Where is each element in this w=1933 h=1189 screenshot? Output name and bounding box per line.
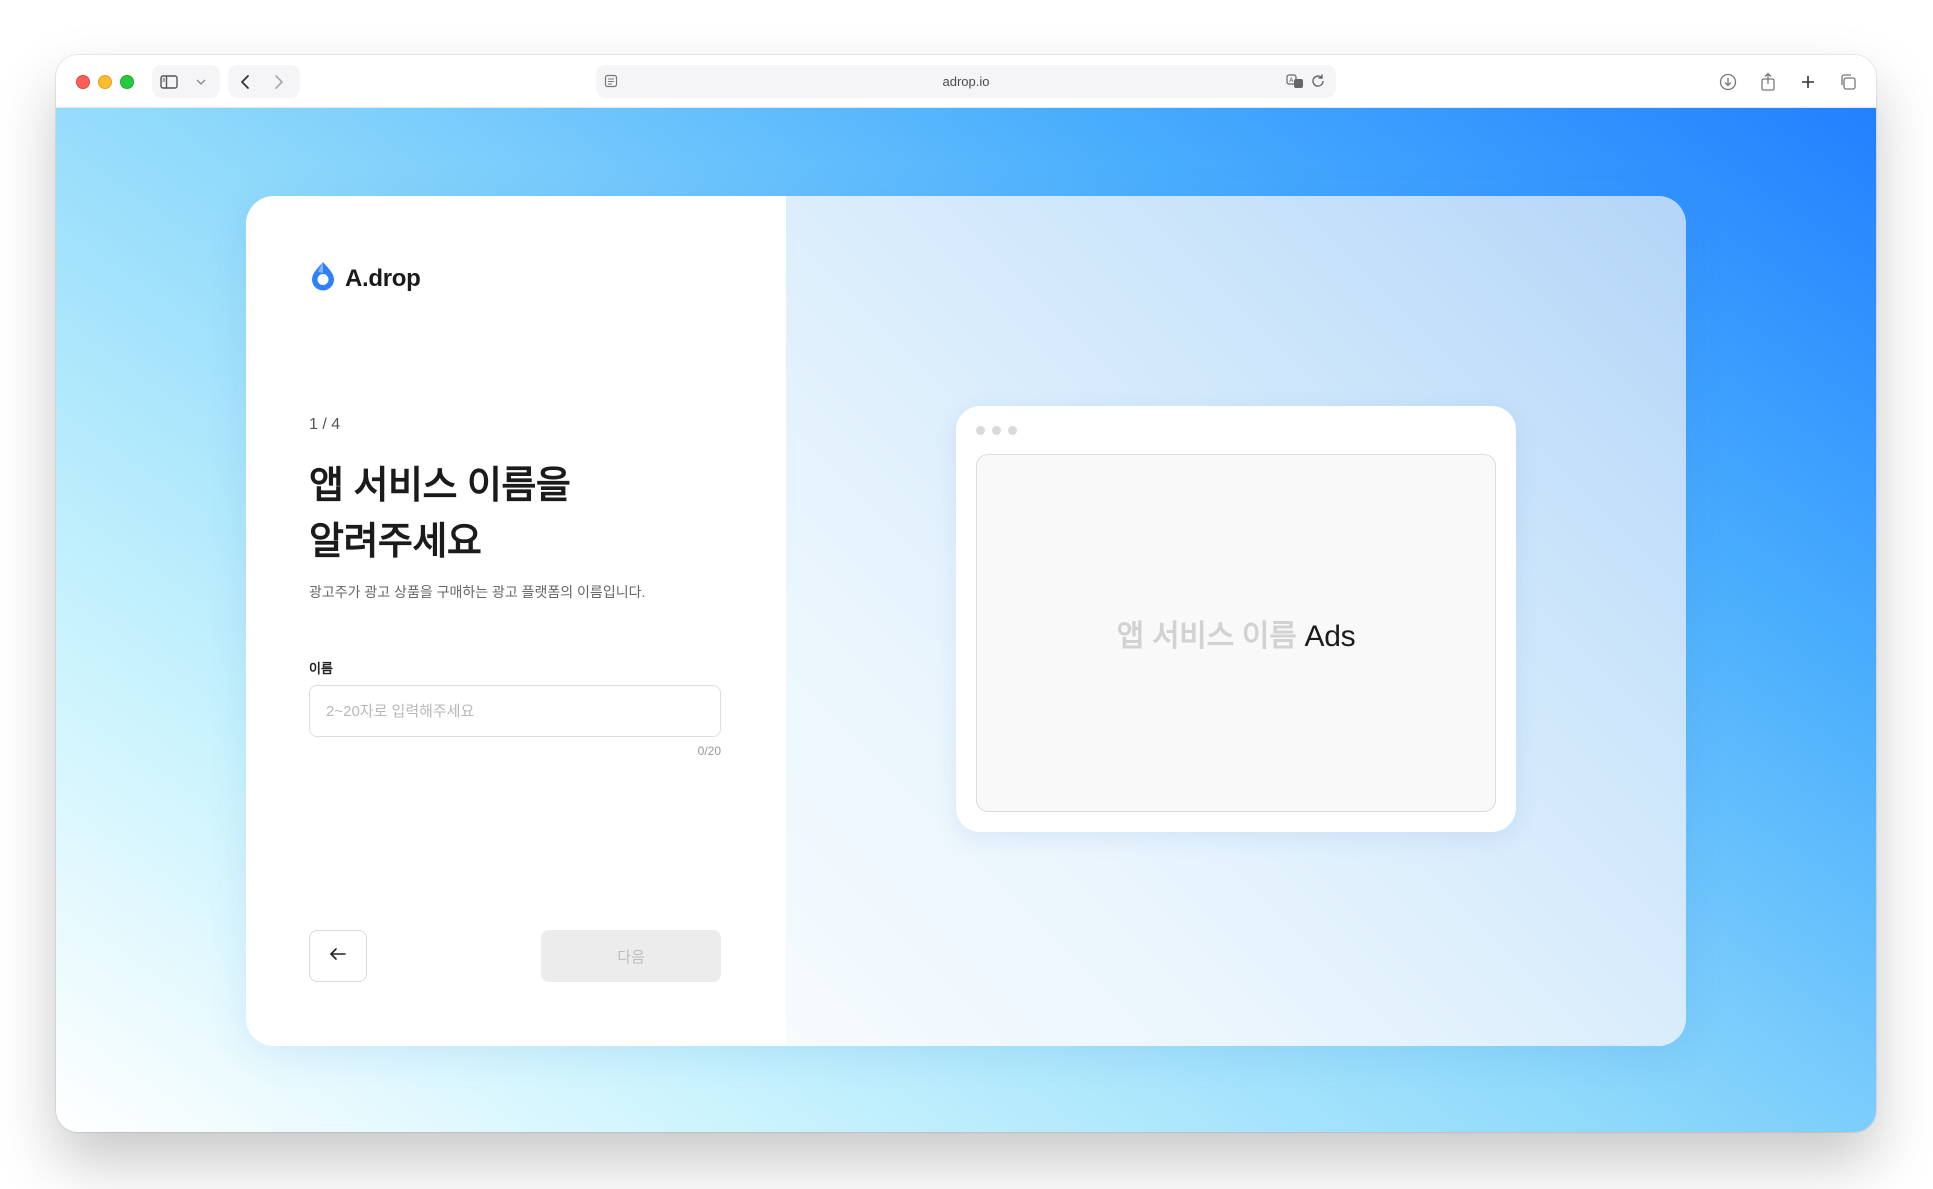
brand-name: A.drop <box>345 264 421 292</box>
minimize-window-button[interactable] <box>98 75 112 89</box>
zoom-window-button[interactable] <box>120 75 134 89</box>
title-line-2: 알려주세요 <box>309 521 482 563</box>
preview-dot <box>976 426 985 435</box>
browser-toolbar: adrop.io A <box>56 55 1876 108</box>
url-text: adrop.io <box>942 74 990 89</box>
share-icon[interactable] <box>1750 65 1786 98</box>
translate-icon[interactable]: A <box>1286 73 1304 94</box>
history-nav-group <box>228 65 300 98</box>
sidebar-toggle-group <box>152 65 220 98</box>
back-button[interactable] <box>309 930 367 982</box>
page-viewport: A.drop 1 / 4 앱 서비스 이름을 알려주세요 광고주가 광고 상품을… <box>56 108 1876 1132</box>
form-pane: A.drop 1 / 4 앱 서비스 이름을 알려주세요 광고주가 광고 상품을… <box>246 196 786 1046</box>
reload-icon[interactable] <box>1310 73 1326 94</box>
chevron-down-icon[interactable] <box>186 65 216 98</box>
preview-pane: 앱 서비스 이름 Ads <box>786 196 1686 1046</box>
preview-suffix: Ads <box>1304 620 1356 653</box>
page-subtitle: 광고주가 광고 상품을 구매하는 광고 플랫폼의 이름입니다. <box>309 584 646 600</box>
character-counter: 0/20 <box>697 744 721 758</box>
preview-window-dots <box>976 426 1017 435</box>
sidebar-icon[interactable] <box>152 65 186 98</box>
download-icon[interactable] <box>1710 65 1746 98</box>
toolbar-right-tools <box>1710 65 1866 98</box>
preview-dot <box>1008 426 1017 435</box>
plus-icon[interactable] <box>1790 65 1826 98</box>
service-name-input[interactable] <box>309 685 721 737</box>
page-title: 앱 서비스 이름을 알려주세요 <box>309 458 729 570</box>
svg-text:A: A <box>1289 77 1294 84</box>
name-field-label: 이름 <box>309 661 333 676</box>
tabs-icon[interactable] <box>1830 65 1866 98</box>
close-window-button[interactable] <box>76 75 90 89</box>
arrow-left-icon <box>329 947 347 966</box>
onboarding-card: A.drop 1 / 4 앱 서비스 이름을 알려주세요 광고주가 광고 상품을… <box>246 196 1686 1046</box>
next-button[interactable]: 다음 <box>541 930 721 982</box>
preview-dot <box>992 426 1001 435</box>
back-arrow-icon[interactable] <box>228 65 262 98</box>
preview-screen: 앱 서비스 이름 Ads <box>976 454 1496 812</box>
step-indicator: 1 / 4 <box>309 416 341 433</box>
browser-window: adrop.io A A.drop 1 / 4 앱 서비스 이름을 알려주세요 … <box>56 55 1876 1132</box>
preview-title: 앱 서비스 이름 Ads <box>1117 611 1356 655</box>
brand-logo[interactable]: A.drop <box>309 260 421 297</box>
forward-arrow-icon[interactable] <box>262 65 296 98</box>
title-line-1: 앱 서비스 이름을 <box>309 465 571 507</box>
preview-service-name: 앱 서비스 이름 <box>1116 620 1297 653</box>
address-bar[interactable]: adrop.io A <box>596 65 1336 98</box>
preview-window: 앱 서비스 이름 Ads <box>956 406 1516 832</box>
drop-logo-icon <box>309 260 337 297</box>
